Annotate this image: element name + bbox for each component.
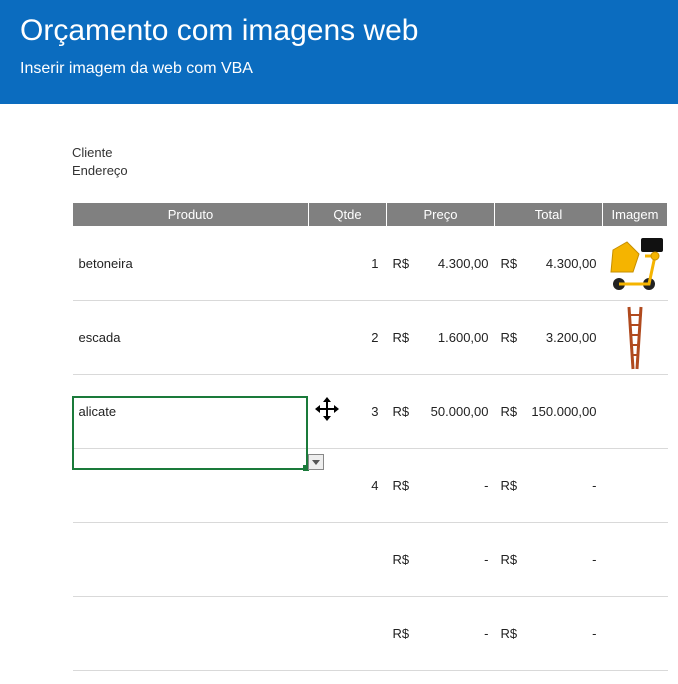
cell-total[interactable]: R$- xyxy=(495,597,603,671)
table-row[interactable]: R$- R$- xyxy=(73,597,668,671)
cell-produto[interactable]: escada xyxy=(73,301,309,375)
cell-produto[interactable] xyxy=(73,597,309,671)
mixer-icon xyxy=(605,236,665,292)
cell-total[interactable]: R$4.300,00 xyxy=(495,227,603,301)
table-row[interactable]: alicate 3 R$50.000,00 R$150.000,00 xyxy=(73,375,668,449)
ladder-icon xyxy=(623,305,647,371)
cell-imagem xyxy=(603,523,668,597)
table-row[interactable]: R$- R$- xyxy=(73,523,668,597)
client-info: Cliente Endereço xyxy=(72,144,678,180)
cell-imagem xyxy=(603,597,668,671)
table-row[interactable]: 4 R$- R$- xyxy=(73,449,668,523)
cell-qtde[interactable] xyxy=(309,523,387,597)
cell-imagem xyxy=(603,301,668,375)
cell-dropdown-button[interactable] xyxy=(308,454,324,470)
endereco-label: Endereço xyxy=(72,162,678,180)
cell-total[interactable]: R$150.000,00 xyxy=(495,375,603,449)
page-title: Orçamento com imagens web xyxy=(20,14,658,48)
cell-produto[interactable] xyxy=(73,523,309,597)
col-preco: Preço xyxy=(387,203,495,227)
sheet-area: Cliente Endereço Produto Qtde Preço Tota… xyxy=(0,104,678,671)
cell-produto[interactable] xyxy=(73,449,309,523)
cell-imagem xyxy=(603,449,668,523)
cell-qtde[interactable] xyxy=(309,597,387,671)
cell-qtde[interactable]: 2 xyxy=(309,301,387,375)
banner: Orçamento com imagens web Inserir imagem… xyxy=(0,0,678,104)
cell-preco[interactable]: R$- xyxy=(387,449,495,523)
cell-preco[interactable]: R$- xyxy=(387,597,495,671)
cell-preco[interactable]: R$1.600,00 xyxy=(387,301,495,375)
cell-total[interactable]: R$- xyxy=(495,523,603,597)
cliente-label: Cliente xyxy=(72,144,678,162)
col-produto: Produto xyxy=(73,203,309,227)
table-row[interactable]: betoneira 1 R$4.300,00 R$4.300,00 xyxy=(73,227,668,301)
col-imagem: Imagem xyxy=(603,203,668,227)
budget-table[interactable]: Produto Qtde Preço Total Imagem betoneir… xyxy=(72,202,668,671)
col-qtde: Qtde xyxy=(309,203,387,227)
cell-imagem xyxy=(603,375,668,449)
table-row[interactable]: escada 2 R$1.600,00 R$3.200,00 xyxy=(73,301,668,375)
cell-preco[interactable]: R$4.300,00 xyxy=(387,227,495,301)
cell-preco[interactable]: R$50.000,00 xyxy=(387,375,495,449)
page-subtitle: Inserir imagem da web com VBA xyxy=(20,60,658,78)
cell-qtde[interactable]: 1 xyxy=(309,227,387,301)
cell-total[interactable]: R$3.200,00 xyxy=(495,301,603,375)
cell-preco[interactable]: R$- xyxy=(387,523,495,597)
cell-qtde[interactable]: 3 xyxy=(309,375,387,449)
cell-total[interactable]: R$- xyxy=(495,449,603,523)
cell-produto[interactable]: alicate xyxy=(73,375,309,449)
cell-produto[interactable]: betoneira xyxy=(73,227,309,301)
cell-imagem xyxy=(603,227,668,301)
table-header-row: Produto Qtde Preço Total Imagem xyxy=(73,203,668,227)
col-total: Total xyxy=(495,203,603,227)
